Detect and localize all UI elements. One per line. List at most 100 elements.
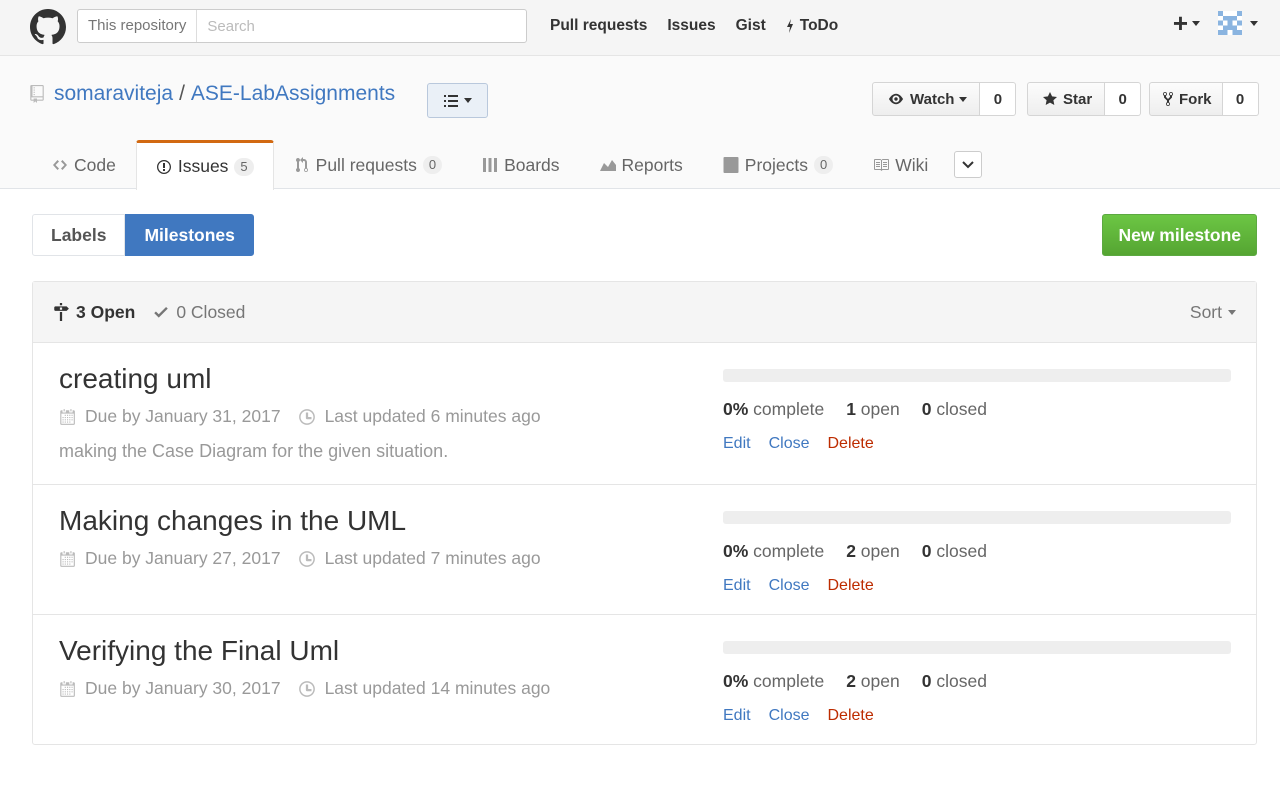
fork-control: Fork 0 [1149, 82, 1259, 116]
milestone-percent-stat: 0% complete [723, 671, 824, 692]
labels-milestones-switch: Labels Milestones [32, 214, 254, 256]
close-link[interactable]: Close [769, 577, 810, 595]
search-box: This repository [77, 9, 527, 43]
milestone-closed-label: closed [936, 671, 987, 691]
create-new-button[interactable]: + [1173, 10, 1200, 36]
milestone-complete-label: complete [753, 671, 825, 691]
tab-code[interactable]: Code [32, 140, 136, 189]
watch-count[interactable]: 0 [980, 82, 1017, 116]
delete-link[interactable]: Delete [827, 707, 873, 725]
milestone-complete-label: complete [753, 399, 825, 419]
delete-link[interactable]: Delete [827, 577, 873, 595]
tab-wiki[interactable]: Wiki [853, 140, 948, 189]
watch-button[interactable]: Watch [872, 82, 981, 116]
todo-icon [786, 19, 793, 33]
close-link[interactable]: Close [769, 707, 810, 725]
header-nav-todo-label: ToDo [799, 17, 839, 34]
close-link[interactable]: Close [769, 435, 810, 453]
calendar-icon [60, 680, 75, 697]
milestone-progress-bar [723, 369, 1231, 382]
repo-name-link[interactable]: ASE-LabAssignments [191, 82, 395, 106]
search-input[interactable] [197, 10, 526, 42]
fork-count[interactable]: 0 [1222, 82, 1259, 116]
milestone-percent: 0% [723, 541, 749, 561]
sort-dropdown[interactable]: Sort [1190, 282, 1236, 343]
milestone-progress-bar [723, 641, 1231, 654]
milestone-meta: Due by January 31, 2017 Last updated 6 m… [59, 406, 559, 427]
milestone-due-text: Due by January 30, 2017 [85, 678, 281, 698]
edit-link[interactable]: Edit [723, 577, 751, 595]
delete-link[interactable]: Delete [827, 435, 873, 453]
tab-pull-requests-count: 0 [422, 156, 443, 174]
milestones-table-header: 3 Open 0 Closed Sort [33, 282, 1256, 343]
fork-button[interactable]: Fork [1149, 82, 1223, 116]
milestone-due: Due by January 31, 2017 [59, 406, 281, 427]
milestones-table: 3 Open 0 Closed Sort creating uml Due by… [32, 281, 1257, 745]
header-nav-issues[interactable]: Issues [667, 17, 715, 35]
star-control: Star 0 [1027, 82, 1142, 116]
milestone-title[interactable]: Verifying the Final Uml [59, 635, 339, 667]
code-icon [53, 160, 67, 170]
milestones-tab[interactable]: Milestones [125, 214, 254, 256]
milestone-closed-label: closed [936, 399, 987, 419]
milestone-due: Due by January 30, 2017 [59, 678, 281, 699]
github-logo-icon[interactable] [30, 9, 66, 45]
star-count[interactable]: 0 [1105, 82, 1142, 116]
wiki-icon [874, 159, 890, 171]
edit-link[interactable]: Edit [723, 707, 751, 725]
tab-wiki-label: Wiki [895, 154, 929, 175]
milestone-actions: Edit Close Delete [723, 577, 874, 595]
milestone-open-count: 1 [846, 399, 856, 419]
tab-reports[interactable]: Reports [580, 140, 703, 189]
header-nav-todo[interactable]: ToDo [786, 17, 838, 35]
avatar-icon [1218, 11, 1242, 35]
fork-group: Fork 0 [1149, 82, 1259, 116]
milestone-closed-stat[interactable]: 0 closed [922, 671, 987, 692]
milestone-open-stat[interactable]: 2 open [846, 541, 900, 562]
tab-issues[interactable]: Issues 5 [135, 140, 274, 190]
milestone-closed-stat[interactable]: 0 closed [922, 399, 987, 420]
nav-more-button[interactable] [954, 151, 983, 178]
tab-pull-requests[interactable]: Pull requests 0 [274, 140, 462, 189]
milestone-open-stat[interactable]: 2 open [846, 671, 900, 692]
new-milestone-button[interactable]: New milestone [1102, 214, 1257, 256]
caret-down-icon [1250, 20, 1258, 26]
tab-reports-label: Reports [621, 154, 683, 175]
reports-icon [599, 160, 616, 171]
milestone-open-label: open [860, 541, 900, 561]
site-header: This repository Pull requests Issues Gis… [0, 0, 1280, 56]
repo-nav: Code Issues 5 Pull requests 0 Boards Rep… [32, 140, 983, 190]
milestone-closed-stat[interactable]: 0 closed [922, 541, 987, 562]
star-group: Star 0 [1027, 82, 1142, 116]
milestone-percent: 0% [723, 399, 749, 419]
star-label: Star [1063, 90, 1093, 108]
milestone-title[interactable]: Making changes in the UML [59, 505, 406, 537]
milestone-updated: Last updated 14 minutes ago [298, 678, 550, 699]
milestone-title[interactable]: creating uml [59, 363, 212, 395]
milestone-row: creating uml Due by January 31, 2017 Las… [33, 343, 1256, 485]
milestone-open-stat[interactable]: 1 open [846, 399, 900, 420]
labels-tab[interactable]: Labels [32, 214, 126, 256]
repo-menu-button[interactable] [427, 83, 488, 118]
tab-projects[interactable]: Projects 0 [703, 140, 853, 189]
plus-icon: + [1172, 8, 1188, 38]
milestone-closed-count: 0 [921, 399, 932, 419]
clock-icon [298, 680, 315, 697]
milestone-row: Making changes in the UML Due by January… [33, 485, 1256, 615]
milestone-closed-label: closed [936, 541, 987, 561]
milestone-stats: 0% complete 1 open 0 closed [723, 399, 1009, 420]
open-milestones-filter[interactable]: 3 Open [53, 302, 135, 323]
pull-request-icon [295, 157, 308, 172]
chevron-down-icon [962, 160, 975, 168]
watch-label: Watch [910, 90, 955, 108]
header-nav-pull-requests[interactable]: Pull requests [550, 17, 647, 35]
repo-owner-link[interactable]: somaraviteja [54, 82, 173, 106]
tab-boards[interactable]: Boards [462, 140, 579, 189]
closed-milestones-filter[interactable]: 0 Closed [153, 302, 245, 323]
star-button[interactable]: Star [1027, 82, 1106, 116]
milestone-percent: 0% [723, 671, 749, 691]
edit-link[interactable]: Edit [723, 435, 751, 453]
header-nav-gist[interactable]: Gist [736, 17, 766, 35]
user-menu-button[interactable] [1218, 11, 1258, 35]
calendar-icon [60, 408, 75, 425]
